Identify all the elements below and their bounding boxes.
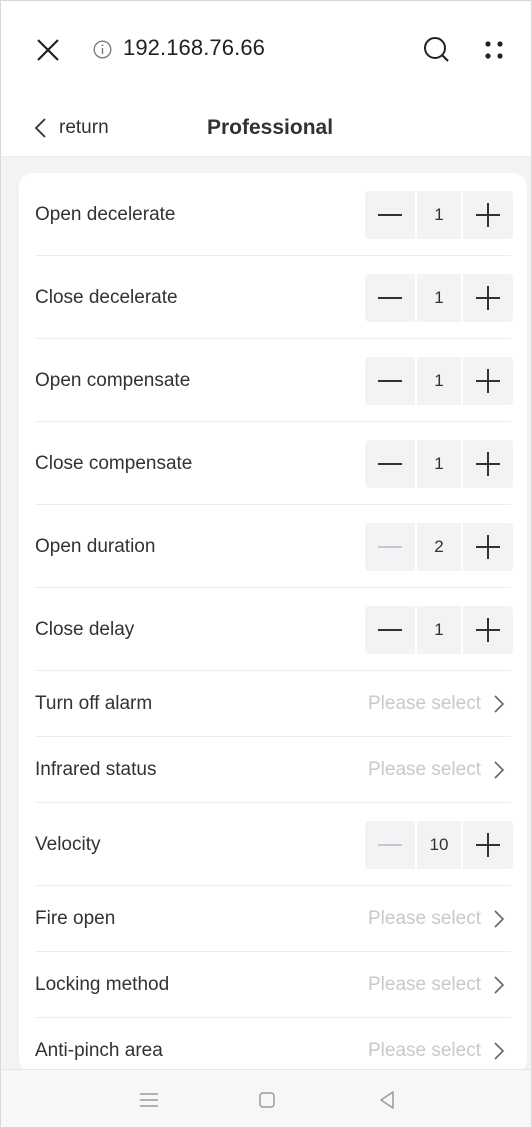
row-label: Open duration (35, 535, 156, 557)
setting-row-close-compensate: Close compensate 1 (19, 422, 527, 505)
decrement-button[interactable] (365, 356, 415, 405)
row-label: Open decelerate (35, 203, 176, 225)
minus-icon (378, 379, 402, 382)
home-icon[interactable] (255, 1088, 279, 1112)
back-button[interactable]: return (33, 115, 109, 141)
plus-icon-vertical (487, 832, 489, 857)
velocity-stepper: 10 (365, 820, 513, 869)
select-placeholder[interactable]: Please select (368, 1040, 481, 1062)
menu-icon[interactable] (137, 1088, 161, 1112)
system-nav-bar (1, 1069, 531, 1127)
back-label: return (59, 117, 109, 138)
url-text[interactable]: 192.168.76.66 (123, 35, 265, 61)
stepper-value[interactable]: 1 (417, 439, 461, 488)
row-label: Close compensate (35, 452, 193, 474)
close-icon[interactable] (35, 37, 61, 63)
select-placeholder[interactable]: Please select (368, 908, 481, 930)
setting-row-velocity: Velocity 10 (19, 803, 527, 886)
setting-row-open-duration: Open duration 2 (19, 505, 527, 588)
stepper-value[interactable]: 2 (417, 522, 461, 571)
stepper-value[interactable]: 1 (417, 273, 461, 322)
row-label: Anti-pinch area (35, 1040, 163, 1061)
setting-row-close-delay: Close delay 1 (19, 588, 527, 671)
setting-row-anti-pinch-area[interactable]: Anti-pinch area Please select (19, 1018, 527, 1073)
setting-row-open-decelerate: Open decelerate 1 (19, 173, 527, 256)
decrement-button[interactable] (365, 820, 415, 869)
minus-icon (378, 545, 402, 548)
increment-button[interactable] (463, 522, 513, 571)
close-compensate-stepper: 1 (365, 439, 513, 488)
select-placeholder[interactable]: Please select (368, 974, 481, 996)
decrement-button[interactable] (365, 522, 415, 571)
plus-icon-vertical (487, 368, 489, 393)
chevron-right-icon (494, 976, 505, 994)
increment-button[interactable] (463, 190, 513, 239)
back-triangle-icon[interactable] (375, 1088, 399, 1112)
open-decelerate-stepper: 1 (365, 190, 513, 239)
search-icon[interactable] (421, 34, 453, 66)
plus-icon-vertical (487, 285, 489, 310)
decrement-button[interactable] (365, 190, 415, 239)
minus-icon (378, 628, 402, 631)
decrement-button[interactable] (365, 605, 415, 654)
info-icon (93, 40, 112, 59)
setting-row-close-decelerate: Close decelerate 1 (19, 256, 527, 339)
row-label: Turn off alarm (35, 693, 153, 714)
row-label: Close delay (35, 618, 135, 640)
stepper-value[interactable]: 10 (417, 820, 461, 869)
plus-icon-vertical (487, 451, 489, 476)
plus-icon-vertical (487, 202, 489, 227)
increment-button[interactable] (463, 605, 513, 654)
open-duration-stepper: 2 (365, 522, 513, 571)
decrement-button[interactable] (365, 439, 415, 488)
setting-row-open-compensate: Open compensate 1 (19, 339, 527, 422)
row-label: Infrared status (35, 759, 157, 780)
setting-row-fire-open[interactable]: Fire open Please select (19, 886, 527, 952)
open-compensate-stepper: 1 (365, 356, 513, 405)
minus-icon (378, 213, 402, 216)
stepper-value[interactable]: 1 (417, 190, 461, 239)
app-frame: 192.168.76.66 return Professional Open d… (0, 0, 532, 1128)
row-label: Locking method (35, 974, 170, 995)
minus-icon (378, 462, 402, 465)
minus-icon (378, 296, 402, 299)
row-label: Velocity (35, 833, 101, 855)
close-decelerate-stepper: 1 (365, 273, 513, 322)
plus-icon-vertical (487, 534, 489, 559)
setting-row-turn-off-alarm[interactable]: Turn off alarm Please select (19, 671, 527, 737)
minus-icon (378, 843, 402, 846)
increment-button[interactable] (463, 356, 513, 405)
browser-bar: 192.168.76.66 (1, 1, 531, 99)
select-placeholder[interactable]: Please select (368, 693, 481, 715)
increment-button[interactable] (463, 439, 513, 488)
settings-card: Open decelerate 1 Close decelerate 1 Ope… (19, 173, 527, 1073)
stepper-value[interactable]: 1 (417, 605, 461, 654)
decrement-button[interactable] (365, 273, 415, 322)
chevron-right-icon (494, 1042, 505, 1060)
row-label: Fire open (35, 908, 116, 929)
setting-row-locking-method[interactable]: Locking method Please select (19, 952, 527, 1018)
page-title: Professional (207, 116, 334, 139)
plus-icon-vertical (487, 617, 489, 642)
stepper-value[interactable]: 1 (417, 356, 461, 405)
nav-bar: return Professional (1, 99, 531, 157)
chevron-left-icon (34, 118, 46, 138)
select-placeholder[interactable]: Please select (368, 759, 481, 781)
row-label: Open compensate (35, 369, 191, 391)
chevron-right-icon (494, 761, 505, 779)
increment-button[interactable] (463, 273, 513, 322)
more-icon[interactable] (481, 37, 507, 63)
close-delay-stepper: 1 (365, 605, 513, 654)
setting-row-infrared-status[interactable]: Infrared status Please select (19, 737, 527, 803)
chevron-right-icon (494, 695, 505, 713)
chevron-right-icon (494, 910, 505, 928)
increment-button[interactable] (463, 820, 513, 869)
row-label: Close decelerate (35, 286, 178, 308)
